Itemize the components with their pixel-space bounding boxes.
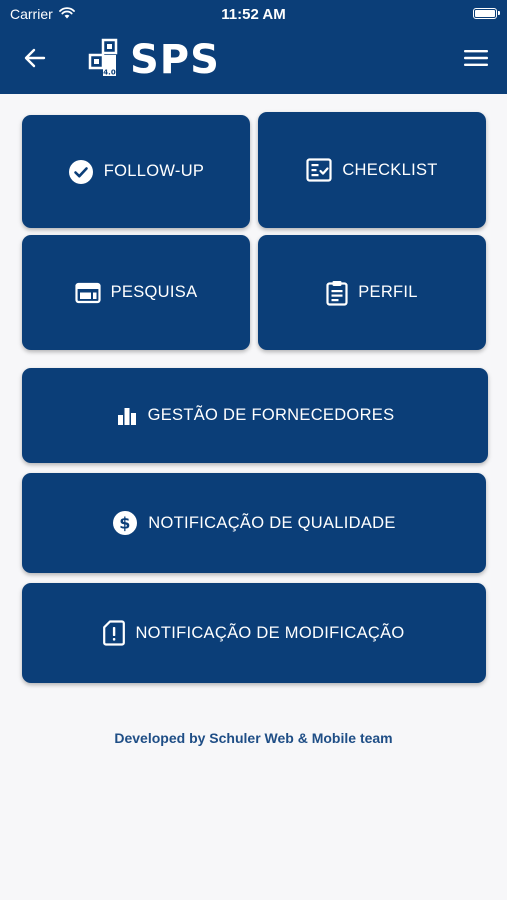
perfil-label: PERFIL [358,283,418,301]
hamburger-menu-icon [464,49,488,72]
sd-card-alert-icon [103,620,126,646]
pesquisa-button[interactable]: PESQUISA [22,235,250,350]
web-window-icon [75,282,101,304]
back-button[interactable] [18,44,52,76]
footer-credit: Developed by Schuler Web & Mobile team [114,730,393,746]
checklist-button[interactable]: CHECKLIST [258,112,486,228]
notificacao-modificacao-button[interactable]: NOTIFICAÇÃO DE MODIFICAÇÃO [22,583,486,683]
menu-button[interactable] [461,46,491,74]
clipboard-icon [326,280,348,306]
checklist-label: CHECKLIST [342,160,438,179]
perfil-button[interactable]: PERFIL [258,235,486,350]
arrow-left-icon [24,48,46,73]
gestao-fornecedores-button[interactable]: GESTÃO DE FORNECEDORES [22,368,488,463]
follow-up-label: FOLLOW-UP [103,162,205,180]
app-header: Carrier 11:52 AM 4.0 SPS [0,0,507,94]
battery-icon [473,8,500,19]
follow-up-button[interactable]: FOLLOW-UP [22,115,250,228]
notificacao-qualidade-button[interactable]: $ NOTIFICAÇÃO DE QUALIDADE [22,473,486,573]
bar-chart-icon [116,405,138,427]
status-bar: Carrier 11:52 AM [0,0,507,28]
gestao-fornecedores-label: GESTÃO DE FORNECEDORES [147,406,395,424]
notificacao-qualidade-label: NOTIFICAÇÃO DE QUALIDADE [148,513,396,532]
check-circle-icon [68,159,94,185]
logo-badge: 4.0 [103,68,116,76]
dollar-circle-icon: $ [112,510,138,536]
pesquisa-label: PESQUISA [110,283,198,301]
sps-logo: 4.0 SPS [88,38,220,82]
notificacao-modificacao-label: NOTIFICAÇÃO DE MODIFICAÇÃO [135,623,405,642]
checklist-icon [306,158,332,182]
logo-text: SPS [130,37,220,83]
logo-mark-icon: 4.0 [88,38,126,83]
status-time: 11:52 AM [221,6,286,23]
svg-text:$: $ [120,514,131,533]
